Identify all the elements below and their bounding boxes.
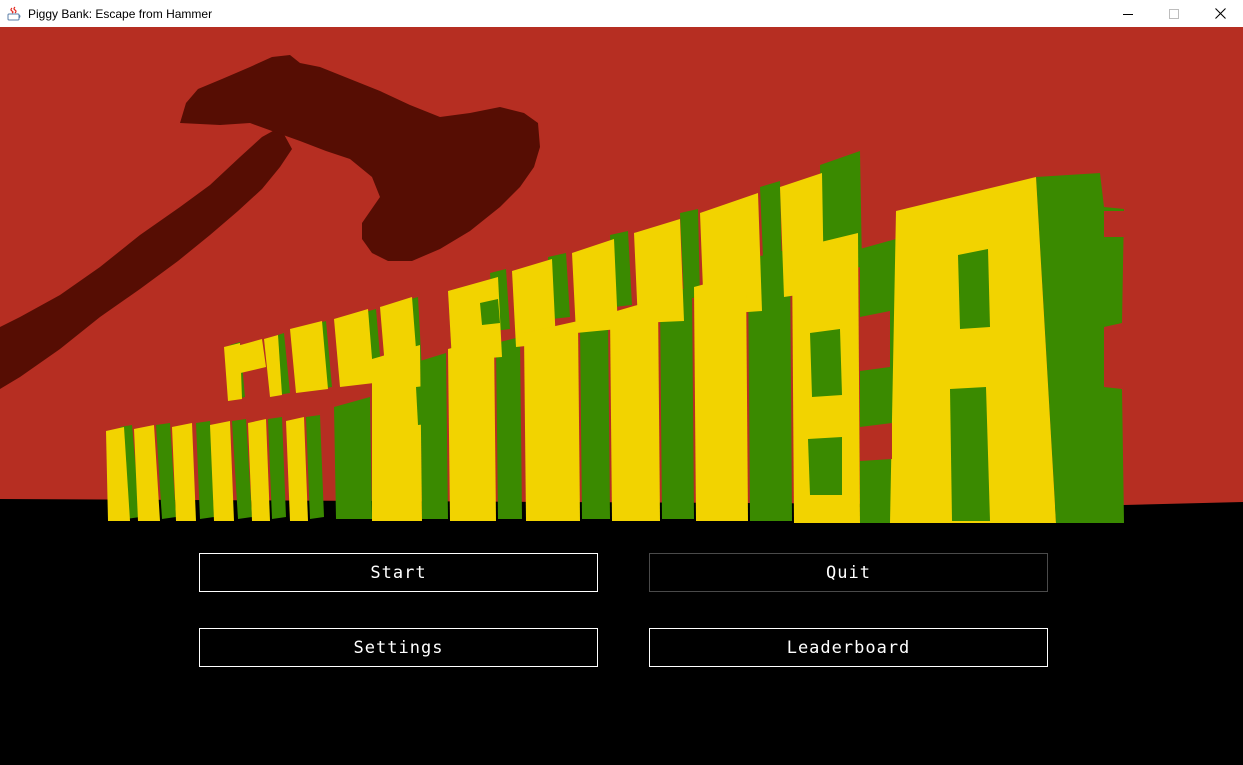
close-icon	[1214, 8, 1226, 19]
minimize-icon	[1123, 13, 1133, 15]
game-canvas[interactable]: Start Quit Settings Leaderboard	[0, 27, 1243, 765]
maximize-icon	[1169, 8, 1179, 19]
window-controls	[1105, 0, 1243, 27]
minimize-button[interactable]	[1105, 0, 1151, 27]
app-window: Piggy Bank: Escape from Hammer Start Qui…	[0, 0, 1243, 765]
settings-button[interactable]: Settings	[199, 628, 598, 667]
java-icon[interactable]	[6, 6, 22, 22]
window-title: Piggy Bank: Escape from Hammer	[28, 6, 213, 21]
title-scene	[0, 27, 1243, 523]
title-bar[interactable]: Piggy Bank: Escape from Hammer	[0, 0, 1243, 27]
close-button[interactable]	[1197, 0, 1243, 27]
maximize-button[interactable]	[1151, 0, 1197, 27]
leaderboard-button[interactable]: Leaderboard	[649, 628, 1048, 667]
start-button[interactable]: Start	[199, 553, 598, 592]
quit-button[interactable]: Quit	[649, 553, 1048, 592]
